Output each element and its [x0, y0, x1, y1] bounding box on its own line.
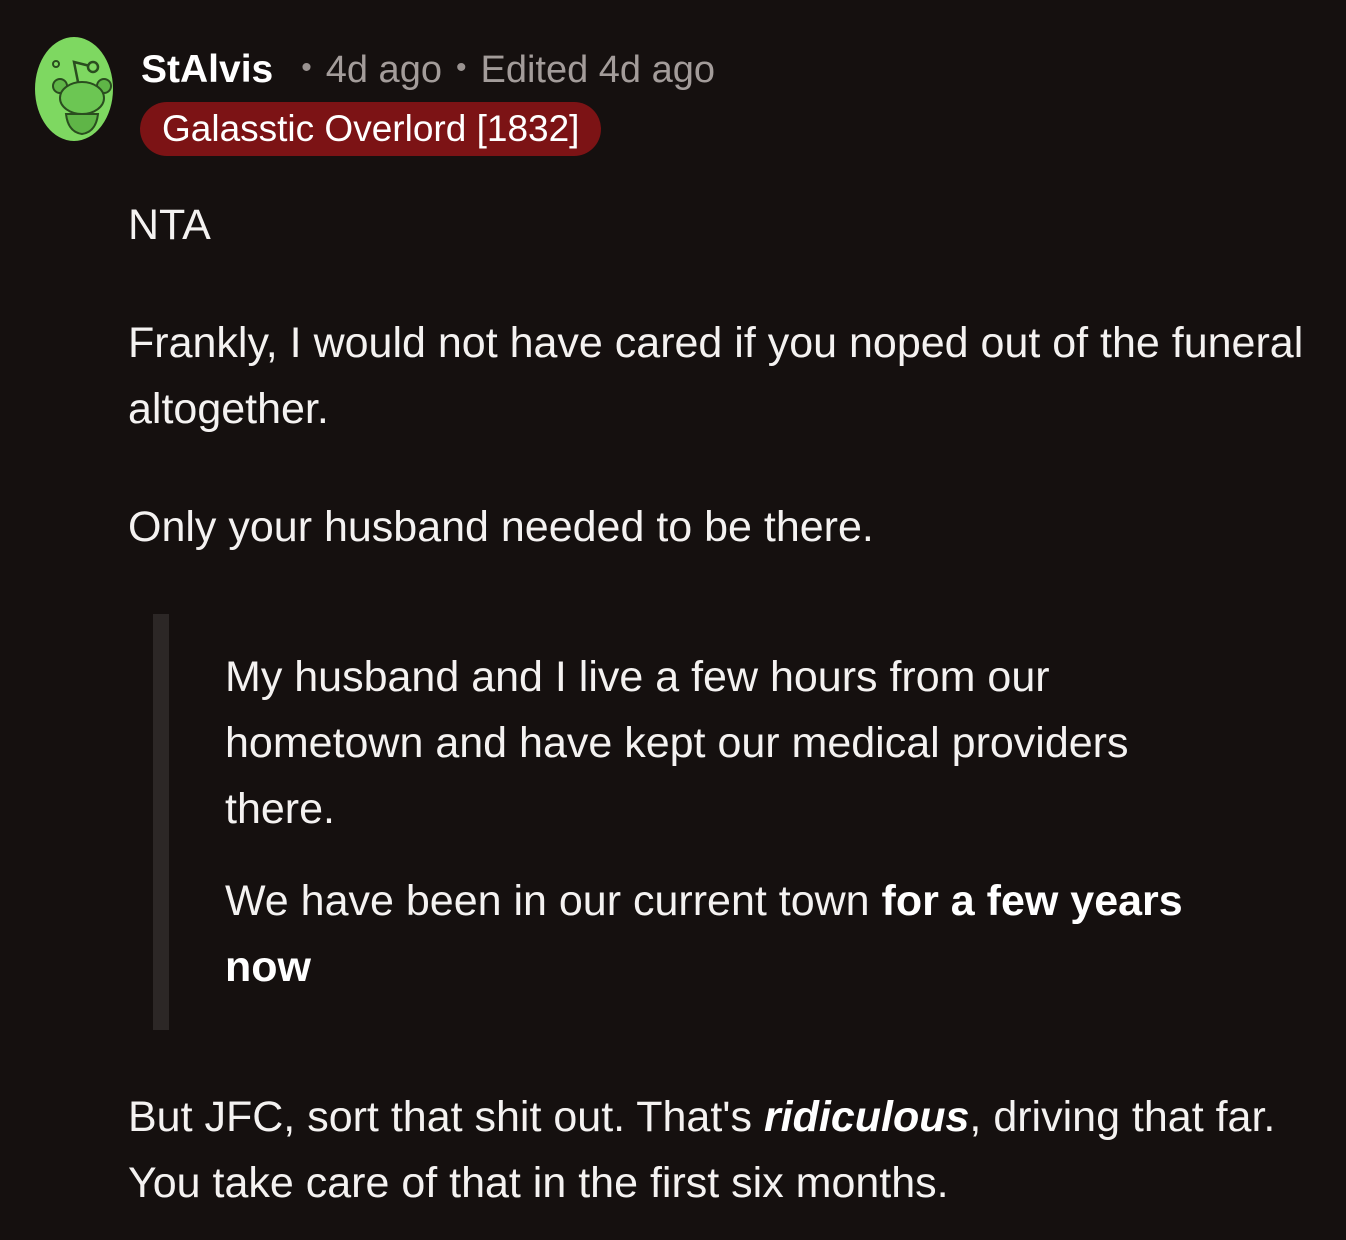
- comment-paragraph: But JFC, sort that shit out. That's ridi…: [128, 1084, 1318, 1216]
- timestamp[interactable]: 4d ago: [326, 49, 442, 92]
- separator-dot: •: [455, 51, 467, 84]
- emphasis-text: ridiculous: [763, 1093, 970, 1141]
- quote-text: We have been in our current town: [225, 877, 882, 925]
- paragraph-text: But JFC, sort that shit out. That's: [128, 1093, 764, 1141]
- username-link[interactable]: StAlvis: [141, 48, 273, 92]
- quote-block: My husband and I live a few hours from o…: [153, 614, 1233, 1030]
- quote-paragraph: My husband and I live a few hours from o…: [225, 653, 1129, 833]
- user-avatar[interactable]: [34, 36, 114, 142]
- comment-paragraph: NTA: [128, 201, 211, 249]
- comment-paragraph: Only your husband needed to be there.: [128, 503, 874, 551]
- separator-dot: •: [301, 51, 312, 84]
- comment-paragraph: Frankly, I would not have cared if you n…: [128, 319, 1304, 433]
- snoo-avatar-icon: [35, 37, 113, 141]
- comment-body: NTA Frankly, I would not have cared if y…: [128, 192, 1318, 1216]
- comment-header: StAlvis • 4d ago • Edited 4d ago: [141, 44, 715, 96]
- user-flair: Galasstic Overlord [1832]: [140, 102, 602, 156]
- quote-paragraph: We have been in our current town for a f…: [225, 868, 1233, 1000]
- edited-label: Edited 4d ago: [480, 48, 716, 91]
